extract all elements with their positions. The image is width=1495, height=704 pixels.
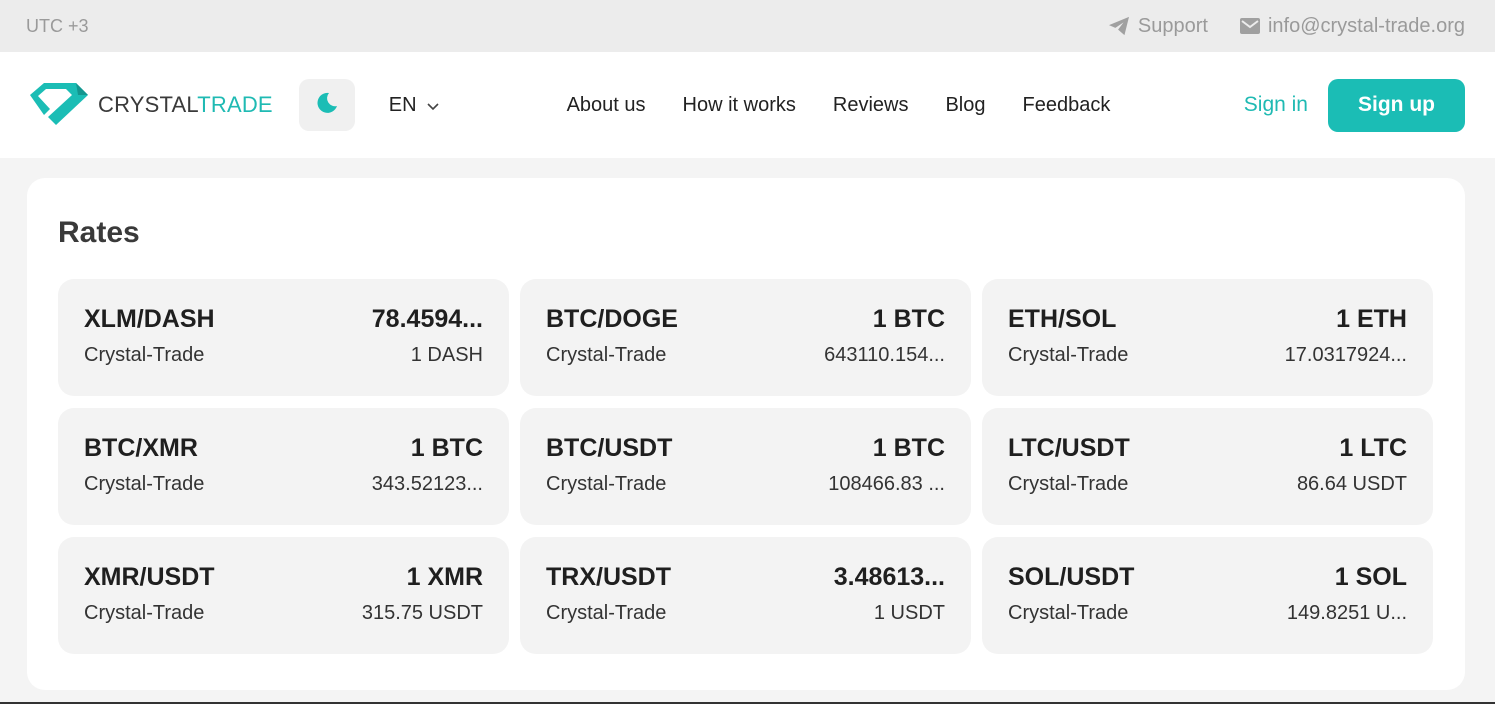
logo-text-part1: CRYSTAL <box>98 92 198 117</box>
rate-provider: Crystal-Trade <box>84 344 205 366</box>
rate-provider: Crystal-Trade <box>1008 473 1129 495</box>
logo-text-part2: TRADE <box>197 92 273 117</box>
rate-quote: 108466.83 ... <box>828 473 945 495</box>
top-bar: UTC +3 Support info@crystal-trade.org <box>0 0 1495 52</box>
rate-card[interactable]: XMR/USDT 1 XMR Crystal-Trade 315.75 USDT <box>58 537 509 654</box>
rate-card[interactable]: BTC/XMR 1 BTC Crystal-Trade 343.52123... <box>58 408 509 525</box>
language-selector[interactable]: EN <box>389 94 439 117</box>
sign-up-button[interactable]: Sign up <box>1328 78 1465 132</box>
rate-amount: 1 SOL <box>1334 563 1407 591</box>
rate-amount: 3.48613... <box>833 563 945 591</box>
rate-pair: XLM/DASH <box>84 305 215 333</box>
rate-pair: LTC/USDT <box>1008 434 1130 462</box>
sign-in-link[interactable]: Sign in <box>1244 93 1308 117</box>
rate-card[interactable]: SOL/USDT 1 SOL Crystal-Trade 149.8251 U... <box>982 537 1433 654</box>
rate-amount: 1 LTC <box>1339 434 1407 462</box>
logo-text: CRYSTALTRADE <box>98 92 273 118</box>
rate-quote: 1 DASH <box>410 344 483 366</box>
rate-quote: 343.52123... <box>371 473 483 495</box>
rate-amount: 1 XMR <box>406 563 483 591</box>
auth-buttons: Sign in Sign up <box>1244 78 1465 132</box>
chevron-down-icon <box>427 94 439 117</box>
email-link[interactable]: info@crystal-trade.org <box>1239 14 1465 38</box>
rate-provider: Crystal-Trade <box>1008 344 1129 366</box>
rate-quote: 17.0317924... <box>1284 344 1407 366</box>
rate-card[interactable]: TRX/USDT 3.48613... Crystal-Trade 1 USDT <box>520 537 971 654</box>
main-nav: About us How it works Reviews Blog Feedb… <box>567 94 1111 117</box>
rate-pair: SOL/USDT <box>1008 563 1135 591</box>
rates-grid: XLM/DASH 78.4594... Crystal-Trade 1 DASH B… <box>58 279 1433 654</box>
rate-pair: TRX/USDT <box>546 563 671 591</box>
rate-provider: Crystal-Trade <box>1008 602 1129 624</box>
telegram-icon <box>1108 16 1130 36</box>
rate-pair: XMR/USDT <box>84 563 215 591</box>
nav-reviews[interactable]: Reviews <box>833 94 909 117</box>
nav-about-us[interactable]: About us <box>567 94 646 117</box>
language-label: EN <box>388 93 417 116</box>
rate-provider: Crystal-Trade <box>546 473 667 495</box>
main-header: CRYSTALTRADE EN About us How it works Re… <box>0 52 1495 158</box>
rate-card[interactable]: LTC/USDT 1 LTC Crystal-Trade 86.64 USDT <box>982 408 1433 525</box>
rate-card[interactable]: BTC/DOGE 1 BTC Crystal-Trade 643110.154... <box>520 279 971 396</box>
rates-title: Rates <box>58 216 140 249</box>
rate-amount: 78.4594... <box>371 305 483 333</box>
rate-quote: 149.8251 U... <box>1286 602 1407 624</box>
rate-amount: 1 BTC <box>872 434 945 462</box>
top-bar-links: Support info@crystal-trade.org <box>1108 15 1465 38</box>
rate-pair: ETH/SOL <box>1008 305 1117 333</box>
rate-provider: Crystal-Trade <box>84 602 205 624</box>
rate-amount: 1 ETH <box>1336 305 1407 333</box>
rate-card[interactable]: XLM/DASH 78.4594... Crystal-Trade 1 DASH <box>58 279 509 396</box>
rate-quote: 1 USDT <box>873 602 945 624</box>
rate-pair: BTC/XMR <box>84 434 198 462</box>
email-label: info@crystal-trade.org <box>1267 14 1465 37</box>
rate-amount: 1 BTC <box>872 305 945 333</box>
rate-pair: BTC/USDT <box>546 434 673 462</box>
rate-provider: Crystal-Trade <box>546 602 667 624</box>
logo[interactable]: CRYSTALTRADE <box>26 79 273 132</box>
rate-quote: 86.64 USDT <box>1296 473 1407 495</box>
rate-card[interactable]: BTC/USDT 1 BTC Crystal-Trade 108466.83 ... <box>520 408 971 525</box>
nav-blog[interactable]: Blog <box>945 94 985 117</box>
rate-card[interactable]: ETH/SOL 1 ETH Crystal-Trade 17.0317924... <box>982 279 1433 396</box>
rates-panel: Rates XLM/DASH 78.4594... Crystal-Trade 1 … <box>27 178 1465 690</box>
mail-icon <box>1239 18 1260 34</box>
nav-feedback[interactable]: Feedback <box>1023 94 1111 117</box>
nav-how-it-works[interactable]: How it works <box>683 94 796 117</box>
rate-provider: Crystal-Trade <box>84 473 205 495</box>
rate-pair: BTC/DOGE <box>546 305 678 333</box>
support-link[interactable]: Support <box>1108 15 1208 38</box>
theme-toggle-button[interactable] <box>298 79 355 131</box>
moon-icon <box>315 91 339 120</box>
rate-quote: 315.75 USDT <box>361 602 483 624</box>
rate-provider: Crystal-Trade <box>546 344 667 366</box>
crystal-logo-icon <box>26 79 90 132</box>
rate-amount: 1 BTC <box>410 434 483 462</box>
support-label: Support <box>1137 14 1208 37</box>
timezone-label: UTC +3 <box>26 15 89 36</box>
rate-quote: 643110.154... <box>824 344 945 366</box>
